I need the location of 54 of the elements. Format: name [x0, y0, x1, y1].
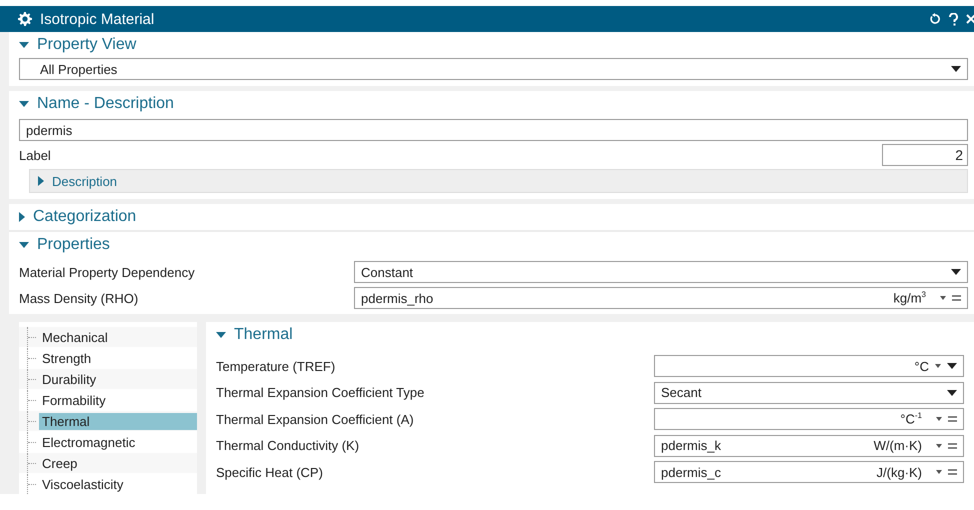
- dropdown-field[interactable]: Secant: [654, 382, 964, 404]
- field-label: Label: [19, 148, 52, 162]
- expand-triangle-icon[interactable]: [19, 212, 25, 222]
- field-label: Material Property Dependency: [19, 264, 196, 280]
- equals-icon[interactable]: [948, 469, 957, 475]
- dropdown-arrow-icon[interactable]: [947, 390, 957, 396]
- reset-icon[interactable]: [929, 13, 941, 25]
- settings-icon[interactable]: [18, 12, 32, 26]
- collapse-triangle-icon[interactable]: [19, 101, 29, 107]
- collapse-triangle-icon[interactable]: [216, 332, 226, 338]
- field-label: Thermal Conductivity (K): [216, 438, 360, 453]
- small-caret-icon[interactable]: [936, 470, 942, 474]
- small-caret-icon[interactable]: [935, 364, 941, 368]
- dropdown-arrow-icon[interactable]: [951, 66, 961, 72]
- small-caret-icon[interactable]: [936, 444, 942, 448]
- tree-item[interactable]: Strength: [39, 350, 94, 366]
- small-caret-icon[interactable]: [940, 296, 946, 300]
- collapse-triangle-icon[interactable]: [19, 42, 29, 48]
- tree-item[interactable]: Thermal: [39, 412, 197, 430]
- expression-field[interactable]: pdermis_k W/(m·K): [654, 434, 964, 456]
- field-label: Temperature (TREF): [216, 358, 336, 374]
- expression-field[interactable]: pdermis_c J/(kg·K): [654, 461, 964, 483]
- help-icon[interactable]: [949, 12, 958, 26]
- section-title[interactable]: Categorization: [33, 208, 136, 226]
- expression-field[interactable]: pdermis_rho kg/m$^{3}$: [354, 287, 968, 309]
- close-icon[interactable]: [966, 13, 974, 25]
- tree-item[interactable]: Viscoelasticity: [39, 476, 126, 492]
- equals-icon[interactable]: [948, 442, 957, 448]
- dropdown-field[interactable]: °C: [654, 355, 964, 377]
- expression-field[interactable]: °C$^{-1}$: [654, 408, 964, 430]
- dropdown-field[interactable]: All Properties: [19, 58, 968, 80]
- label-field[interactable]: 2: [882, 144, 968, 166]
- section-title[interactable]: Properties: [37, 236, 110, 254]
- field-label: Mass Density (RHO): [19, 290, 140, 306]
- dropdown-arrow-icon[interactable]: [951, 269, 961, 275]
- collapse-triangle-icon[interactable]: [19, 242, 29, 248]
- dropdown-field[interactable]: Constant: [354, 261, 968, 283]
- section-title[interactable]: Property View: [37, 36, 136, 54]
- section-title[interactable]: Thermal: [234, 326, 293, 344]
- tree-item[interactable]: Creep: [39, 454, 80, 472]
- small-caret-icon[interactable]: [936, 417, 942, 421]
- equals-icon[interactable]: [952, 295, 961, 301]
- tree-item[interactable]: Electromagnetic: [39, 434, 138, 450]
- dropdown-arrow-icon[interactable]: [947, 363, 957, 369]
- section-title[interactable]: Name - Description: [37, 95, 174, 113]
- field-label: Specific Heat (CP): [216, 464, 324, 480]
- description-bar[interactable]: Description: [29, 169, 968, 193]
- tree-item[interactable]: Formability: [39, 392, 109, 408]
- equals-icon[interactable]: [948, 416, 957, 422]
- expand-triangle-icon[interactable]: [38, 176, 44, 186]
- field-label: Thermal Expansion Coefficient Type: [216, 385, 426, 400]
- field-label: Thermal Expansion Coefficient (A): [216, 412, 415, 426]
- window-title: Isotropic Material: [40, 10, 156, 28]
- name-field[interactable]: pdermis: [19, 119, 968, 141]
